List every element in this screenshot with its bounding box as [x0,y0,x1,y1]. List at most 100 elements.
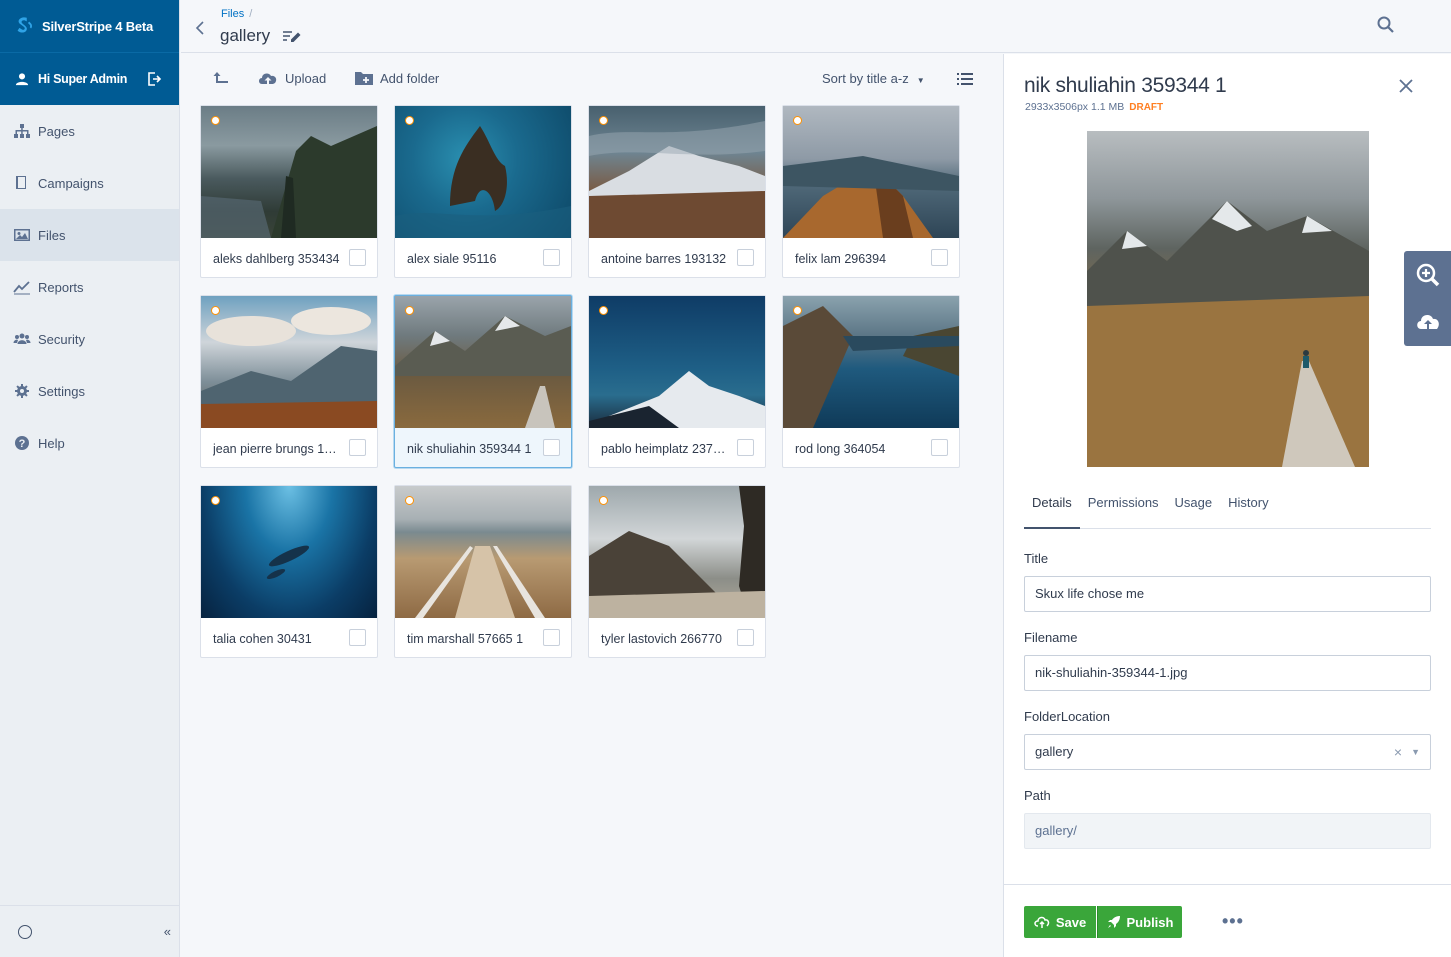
add-folder-label: Add folder [380,70,440,86]
sidebar-item-settings[interactable]: Settings [0,365,179,417]
sidebar-item-label: Help [38,435,65,451]
sort-dropdown[interactable]: Sort by title a-z ▼ [822,71,925,86]
add-folder-button[interactable]: Add folder [354,70,439,86]
sort-label: Sort by title a-z [822,71,909,86]
file-tile-selected[interactable]: nik shuliahin 359344 1 [394,295,572,468]
select-checkbox[interactable] [737,629,754,646]
user-bar[interactable]: Hi Super Admin [0,52,179,105]
sidebar-item-label: Security [38,331,85,347]
file-tile[interactable]: pablo heimplatz 237… [588,295,766,468]
sidebar-item-files[interactable]: Files [0,209,179,261]
thumbnail-image [201,486,377,618]
cloud-save-icon [1034,916,1050,928]
file-tile[interactable]: aleks dahlberg 353434 [200,105,378,278]
select-checkbox[interactable] [349,629,366,646]
file-tile[interactable]: antoine barres 193132 [588,105,766,278]
select-checkbox[interactable] [931,439,948,456]
chart-line-icon [13,281,30,295]
cloud-upload-icon[interactable] [1415,309,1441,335]
select-checkbox[interactable] [543,439,560,456]
tab-details[interactable]: Details [1024,487,1080,529]
users-icon [13,333,31,344]
sidebar-item-reports[interactable]: Reports [0,261,179,313]
draft-status-dot [599,496,608,505]
publish-button[interactable]: Publish [1097,906,1182,938]
image-preview [1087,131,1369,467]
upload-label: Upload [285,70,327,86]
close-icon[interactable] [1396,76,1416,96]
caret-down-icon[interactable]: ▼ [1411,735,1420,769]
book-icon [16,176,26,189]
path-value: gallery/ [1035,823,1077,838]
file-tile[interactable]: talia cohen 30431 [200,485,378,658]
select-checkbox[interactable] [543,249,560,266]
thumbnail-image [783,296,959,428]
filename-field[interactable]: nik-shuliahin-359344-1.jpg [1024,655,1431,691]
select-checkbox[interactable] [349,249,366,266]
cloud-upload-icon [259,73,277,84]
path-field: gallery/ [1024,813,1431,849]
level-up-button[interactable] [213,70,235,86]
select-checkbox[interactable] [543,629,560,646]
draft-status-dot [211,496,220,505]
file-name: pablo heimplatz 237… [601,442,726,456]
thumbnail-image [201,296,377,428]
upload-button[interactable]: Upload [257,70,326,86]
list-view-icon[interactable] [957,72,973,86]
title-label: Title [1024,551,1049,566]
breadcrumb-files-link[interactable]: Files [221,8,244,20]
sidebar-item-campaigns[interactable]: Campaigns [0,157,179,209]
status-badge: DRAFT [1129,102,1164,113]
file-dimensions-size: 2933x3506px 1.1 MB [1025,101,1125,113]
tab-permissions[interactable]: Permissions [1080,487,1167,529]
sidebar-item-security[interactable]: Security [0,313,179,365]
files-toolbar: Upload Add folder Sort by title a-z ▼ [181,54,1003,102]
file-title: nik shuliahin 359344 1 [1024,74,1227,97]
brand-bar[interactable]: SilverStripe 4 Beta [0,0,179,52]
thumbnail-image [589,486,765,618]
file-name: rod long 364054 [795,442,886,456]
sidebar-item-label: Settings [38,383,85,399]
breadcrumb-separator: / [249,8,253,20]
file-tile[interactable]: jean pierre brungs 1… [200,295,378,468]
title-value: Skux life chose me [1035,586,1145,601]
user-greeting: Hi Super Admin [38,72,128,86]
folder-location-value: gallery [1035,744,1074,759]
sidebar-item-label: Files [38,227,66,243]
folder-location-select[interactable]: gallery × ▼ [1024,734,1431,770]
file-name: alex siale 95116 [407,252,497,266]
collapse-sidebar-button[interactable]: « [164,924,171,939]
rocket-icon [1107,916,1120,928]
file-tile[interactable]: tim marshall 57665 1 [394,485,572,658]
title-field[interactable]: Skux life chose me [1024,576,1431,612]
edit-folder-icon[interactable] [282,29,302,44]
save-button[interactable]: Save [1024,906,1096,938]
logout-icon[interactable] [146,71,162,87]
select-checkbox[interactable] [931,249,948,266]
status-circle-icon[interactable] [18,924,32,939]
thumbnail-image [395,486,571,618]
file-name: tyler lastovich 266770 [601,632,722,646]
back-chevron-icon[interactable] [195,20,205,36]
sidebar-item-pages[interactable]: Pages [0,105,179,157]
silverstripe-logo-icon [17,17,33,33]
file-tile[interactable]: tyler lastovich 266770 [588,485,766,658]
file-tile[interactable]: alex siale 95116 [394,105,572,278]
zoom-in-icon[interactable] [1415,262,1441,288]
file-tile[interactable]: rod long 364054 [782,295,960,468]
folder-location-label: FolderLocation [1024,709,1110,724]
breadcrumb: Files / [221,8,252,20]
select-checkbox[interactable] [737,439,754,456]
sidebar-item-help[interactable]: ? Help [0,417,179,469]
tab-history[interactable]: History [1220,487,1276,529]
search-icon[interactable] [1376,15,1396,35]
path-label: Path [1024,788,1051,803]
clear-icon[interactable]: × [1394,735,1402,769]
more-options-button[interactable]: ••• [1222,911,1244,932]
tab-usage[interactable]: Usage [1167,487,1221,529]
level-up-icon [213,72,228,83]
detail-tabs: Details Permissions Usage History [1024,487,1431,529]
select-checkbox[interactable] [737,249,754,266]
select-checkbox[interactable] [349,439,366,456]
file-tile[interactable]: felix lam 296394 [782,105,960,278]
